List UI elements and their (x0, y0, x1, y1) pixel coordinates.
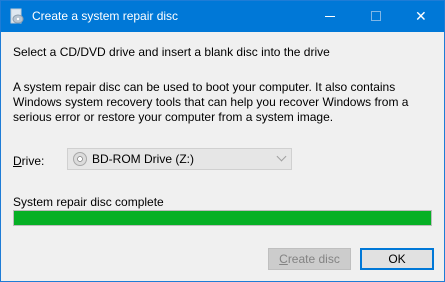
description-text: A system repair disc can be used to boot… (13, 80, 408, 125)
disc-icon (73, 152, 87, 166)
maximize-button (353, 1, 399, 32)
drive-dropdown[interactable]: BD-ROM Drive (Z:) (67, 148, 292, 170)
create-disc-button[interactable]: Create disc (268, 248, 351, 270)
minimize-icon (325, 16, 335, 17)
maximize-icon (371, 11, 381, 21)
drive-label: Drive: (13, 154, 44, 168)
minimize-button[interactable] (307, 1, 353, 32)
repair-disc-dialog: Create a system repair disc ✕ Select a C… (0, 0, 445, 282)
chevron-down-icon (276, 151, 287, 162)
status-text: System repair disc complete (13, 195, 164, 209)
close-button[interactable]: ✕ (399, 1, 445, 32)
create-disc-label: reate disc (287, 252, 340, 266)
drive-selected-value: BD-ROM Drive (Z:) (92, 152, 194, 166)
close-icon: ✕ (415, 8, 427, 24)
create-disc-mnemonic: C (279, 252, 288, 266)
title-bar[interactable]: Create a system repair disc ✕ (1, 1, 444, 32)
repair-disc-app-icon (10, 8, 24, 24)
instruction-text: Select a CD/DVD drive and insert a blank… (13, 45, 330, 59)
progress-bar-fill (14, 211, 431, 225)
ok-button[interactable]: OK (360, 248, 434, 270)
description-line: A system repair disc can be used to boot… (13, 80, 396, 94)
progress-bar (13, 210, 432, 226)
drive-label-rest: rive: (21, 154, 45, 168)
description-line: serious error or restore your computer f… (13, 110, 334, 124)
drive-label-mnemonic: D (13, 154, 22, 168)
window-title: Create a system repair disc (32, 9, 179, 23)
description-line: Windows system recovery tools that can h… (13, 95, 409, 109)
